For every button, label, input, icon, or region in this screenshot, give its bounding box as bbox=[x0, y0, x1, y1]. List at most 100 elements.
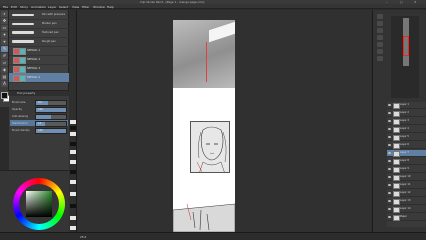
menu-view[interactable]: View bbox=[72, 5, 79, 9]
layer-row[interactable]: Layer 4 bbox=[387, 126, 426, 133]
gradient-icon[interactable]: ▤ bbox=[1, 74, 8, 80]
menu-layer[interactable]: Layer bbox=[48, 5, 56, 9]
comic-panel-1[interactable] bbox=[173, 20, 235, 88]
menu-animation[interactable]: Animation bbox=[31, 5, 46, 9]
eye-icon[interactable] bbox=[388, 151, 391, 154]
magnifier-icon[interactable]: ⌕ bbox=[1, 11, 8, 17]
subtool-item[interactable]: SPECIAL 4 bbox=[9, 73, 69, 83]
sub-view-icon[interactable] bbox=[377, 21, 383, 26]
layer-row[interactable]: Layer 3 bbox=[387, 118, 426, 125]
zoom-level[interactable]: 25.0 bbox=[80, 235, 86, 239]
eye-icon[interactable] bbox=[388, 183, 391, 186]
material-thumbnail[interactable] bbox=[70, 180, 76, 184]
color-swatch bbox=[19, 57, 26, 64]
eraser-icon[interactable]: ▱ bbox=[1, 60, 8, 66]
layer-row[interactable]: Layer 7 bbox=[387, 150, 426, 157]
wand-icon[interactable]: ✦ bbox=[1, 32, 8, 38]
material-thumbnail[interactable] bbox=[70, 126, 76, 130]
text-icon[interactable]: A bbox=[1, 81, 8, 87]
layer-row[interactable]: Layer 12 bbox=[387, 190, 426, 197]
layer-row[interactable]: Layer 11 bbox=[387, 182, 426, 189]
menu-window[interactable]: Window bbox=[93, 5, 105, 9]
material-thumbnail[interactable] bbox=[70, 160, 76, 164]
subtool-label: SPECIAL 3 bbox=[27, 67, 41, 70]
material-thumbnail[interactable] bbox=[70, 192, 76, 196]
layer-row[interactable]: Layer 8 bbox=[387, 158, 426, 165]
viewport-indicator[interactable] bbox=[403, 36, 409, 56]
property-row[interactable]: Anti-aliasing bbox=[10, 113, 68, 120]
menu-filter[interactable]: Filter bbox=[82, 5, 89, 9]
saturation-value-square[interactable] bbox=[26, 191, 52, 217]
layer-thumbnail bbox=[393, 158, 400, 165]
subtool-label: Textured pen bbox=[42, 31, 59, 34]
layer-row[interactable]: Layer 14 bbox=[387, 206, 426, 213]
move-icon[interactable]: ✥ bbox=[1, 18, 8, 24]
layer-name: Layer 13 bbox=[400, 199, 411, 203]
eye-icon[interactable] bbox=[388, 143, 391, 146]
selection-icon[interactable]: ▭ bbox=[1, 25, 8, 31]
eye-icon[interactable] bbox=[388, 191, 391, 194]
menu-help[interactable]: Help bbox=[107, 5, 114, 9]
material-thumbnail[interactable] bbox=[70, 120, 76, 124]
material-thumbnail[interactable] bbox=[70, 170, 76, 174]
eye-icon[interactable] bbox=[388, 215, 391, 218]
comic-panel-3[interactable] bbox=[173, 200, 235, 232]
layer-row[interactable]: Layer 2 bbox=[387, 110, 426, 117]
pen-icon[interactable]: ✎ bbox=[1, 46, 8, 52]
eye-icon[interactable] bbox=[388, 119, 391, 122]
material-thumbnail[interactable] bbox=[70, 150, 76, 154]
material-thumbnail[interactable] bbox=[70, 132, 76, 136]
brush-icon[interactable]: ✐ bbox=[1, 53, 8, 59]
property-slider[interactable]: 100 bbox=[35, 128, 67, 134]
layer-row[interactable]: Paper bbox=[387, 214, 426, 221]
material-thumbnail[interactable] bbox=[70, 204, 76, 208]
layer-property-icon[interactable] bbox=[377, 42, 383, 47]
property-row[interactable]: Brush density 100 bbox=[10, 127, 68, 134]
property-row[interactable]: Opacity 100 bbox=[10, 106, 68, 113]
navigator-preview[interactable] bbox=[391, 16, 419, 98]
eye-icon[interactable] bbox=[388, 175, 391, 178]
eye-icon[interactable] bbox=[388, 103, 391, 106]
eye-icon[interactable] bbox=[388, 111, 391, 114]
layer-row[interactable]: Layer 6 bbox=[387, 142, 426, 149]
layer-row[interactable]: Layer 10 bbox=[387, 174, 426, 181]
eye-icon[interactable] bbox=[388, 199, 391, 202]
search-icon[interactable] bbox=[377, 49, 383, 54]
property-label: Brush size bbox=[12, 100, 26, 104]
panel-header: Tool property bbox=[9, 91, 69, 96]
menu-file[interactable]: File bbox=[3, 5, 8, 9]
menu-edit[interactable]: Edit bbox=[11, 5, 17, 9]
layer-row[interactable]: Layer 5 bbox=[387, 134, 426, 141]
layer-name: Layer 14 bbox=[400, 207, 411, 211]
property-label: Stabilization bbox=[12, 121, 28, 125]
eye-icon[interactable] bbox=[388, 135, 391, 138]
menu-select[interactable]: Select bbox=[59, 5, 68, 9]
history-icon[interactable] bbox=[377, 35, 383, 40]
eye-icon[interactable] bbox=[388, 159, 391, 162]
property-row[interactable]: Stabilization 12 bbox=[10, 120, 68, 127]
layer-row[interactable]: Layer 13 bbox=[387, 198, 426, 205]
subtool-label: Marker pen bbox=[42, 22, 57, 25]
menu-story[interactable]: Story bbox=[20, 5, 28, 9]
eyedropper-icon[interactable]: ⌖ bbox=[1, 39, 8, 45]
color-wheel[interactable] bbox=[13, 178, 65, 230]
eye-icon[interactable] bbox=[388, 167, 391, 170]
navigator-icon[interactable] bbox=[377, 14, 383, 19]
layer-name: Layer 11 bbox=[400, 183, 411, 187]
info-icon[interactable] bbox=[377, 28, 383, 33]
material-thumbnail[interactable] bbox=[70, 226, 76, 230]
main-color-swatch[interactable] bbox=[1, 92, 8, 99]
material-thumbnail[interactable] bbox=[70, 142, 76, 146]
stroke-preview bbox=[12, 40, 34, 43]
comic-panel-2[interactable] bbox=[190, 121, 230, 173]
slider-value: 12 bbox=[38, 122, 42, 126]
layer-row[interactable]: Layer 1 bbox=[387, 102, 426, 109]
material-thumbnail[interactable] bbox=[70, 216, 76, 220]
layer-row[interactable]: Layer 9 bbox=[387, 166, 426, 173]
eye-icon[interactable] bbox=[388, 127, 391, 130]
eye-icon[interactable] bbox=[388, 207, 391, 210]
material-icon[interactable] bbox=[377, 56, 383, 61]
layer-thumbnail bbox=[393, 126, 400, 133]
property-row[interactable]: Brush size 8.0 bbox=[10, 99, 68, 106]
fill-icon[interactable]: ◈ bbox=[1, 67, 8, 73]
